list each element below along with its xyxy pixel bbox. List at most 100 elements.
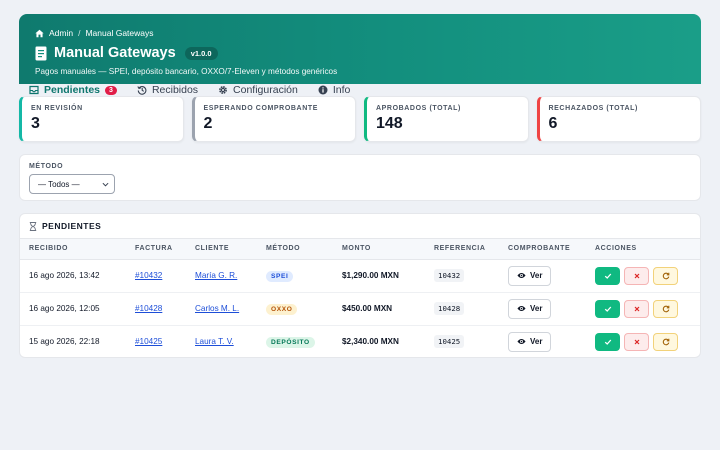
eye-icon bbox=[517, 273, 526, 278]
hourglass-icon bbox=[29, 221, 37, 231]
check-icon bbox=[604, 273, 611, 279]
invoice-link[interactable]: #10432 bbox=[135, 271, 162, 280]
reject-button[interactable] bbox=[624, 299, 649, 318]
breadcrumb: Admin / Manual Gateways bbox=[35, 27, 685, 39]
pending-count-badge: 3 bbox=[105, 85, 117, 95]
revert-button[interactable] bbox=[653, 332, 678, 351]
tab-pendientes[interactable]: Pendientes 3 bbox=[29, 84, 117, 96]
stat-value: 2 bbox=[203, 115, 213, 132]
column-header: CLIENTE bbox=[186, 239, 257, 260]
stat-label: EN REVISIÓN bbox=[31, 105, 83, 112]
version-badge: v1.0.0 bbox=[184, 46, 218, 60]
view-receipt-button[interactable]: Ver bbox=[508, 331, 552, 352]
invoice-link[interactable]: #10428 bbox=[135, 304, 162, 313]
tab-label: Configuración bbox=[233, 84, 298, 96]
reject-button[interactable] bbox=[624, 332, 649, 351]
client-link[interactable]: María G. R. bbox=[195, 271, 237, 280]
home-icon bbox=[35, 29, 44, 37]
tab-label: Pendientes bbox=[44, 84, 101, 96]
stat-value: 6 bbox=[548, 115, 558, 132]
received-date: 15 ago 2026, 22:18 bbox=[29, 337, 100, 347]
refresh-icon bbox=[662, 338, 669, 346]
check-icon bbox=[604, 306, 611, 312]
approve-button[interactable] bbox=[595, 332, 620, 351]
view-label: Ver bbox=[530, 304, 543, 313]
received-date: 16 ago 2026, 12:05 bbox=[20, 292, 126, 326]
breadcrumb-admin-link[interactable]: Admin bbox=[49, 28, 73, 38]
stat-card-en-revision: EN REVISIÓN 3 bbox=[19, 96, 184, 142]
stat-value: 3 bbox=[31, 115, 40, 132]
filter-panel: MÉTODO — Todos — bbox=[19, 154, 701, 201]
table-row: 16 ago 2026, 12:05 #10428 Carlos M. L. O… bbox=[20, 292, 700, 326]
table-header-row: RECIBIDO FACTURA CLIENTE MÉTODO MONTO RE… bbox=[20, 239, 700, 260]
stat-label: ESPERANDO COMPROBANTE bbox=[203, 105, 318, 112]
close-icon bbox=[634, 273, 639, 278]
chevron-down-icon bbox=[102, 182, 109, 187]
check-icon bbox=[604, 339, 611, 345]
reject-button[interactable] bbox=[624, 266, 649, 285]
received-date: 16 ago 2026, 13:42 bbox=[20, 259, 126, 293]
column-header: COMPROBANTE bbox=[499, 239, 586, 260]
pending-table: RECIBIDO FACTURA CLIENTE MÉTODO MONTO RE… bbox=[20, 239, 700, 357]
reference-code: 10425 bbox=[434, 335, 465, 349]
stat-label: RECHAZADOS (TOTAL) bbox=[548, 105, 638, 112]
receipt-icon bbox=[35, 46, 47, 60]
method-badge: OXXO bbox=[266, 304, 298, 315]
page-subtitle: Pagos manuales — SPEI, depósito bancario… bbox=[35, 67, 338, 76]
tab-bar: Pendientes 3 Recibidos Configuración Inf… bbox=[19, 84, 701, 96]
column-header: MÉTODO bbox=[257, 239, 333, 260]
stat-card-rechazados: RECHAZADOS (TOTAL) 6 bbox=[536, 96, 701, 142]
method-select[interactable]: — Todos — bbox=[29, 174, 115, 194]
view-label: Ver bbox=[530, 271, 543, 280]
page-header: Admin / Manual Gateways Manual Gateways … bbox=[19, 14, 701, 84]
method-badge: DEPÓSITO bbox=[266, 337, 315, 349]
inbox-icon bbox=[29, 85, 39, 95]
pending-panel: PENDIENTES RECIBIDO FACTURA CLIENTE MÉTO… bbox=[19, 213, 701, 358]
method-badge: SPEI bbox=[266, 271, 294, 282]
close-icon bbox=[634, 339, 639, 345]
client-link[interactable]: Laura T. V. bbox=[195, 337, 234, 346]
method-select-value: — Todos — bbox=[38, 179, 80, 189]
gear-icon bbox=[219, 86, 227, 94]
info-icon bbox=[318, 85, 328, 95]
amount: $2,340.00 MXN bbox=[342, 337, 399, 347]
reference-code: 10432 bbox=[434, 269, 465, 282]
client-link[interactable]: Carlos M. L. bbox=[195, 304, 239, 313]
tab-label: Info bbox=[332, 84, 351, 96]
table-row: 15 ago 2026, 22:18 #10425 Laura T. V. DE… bbox=[20, 325, 700, 357]
invoice-link[interactable]: #10425 bbox=[135, 337, 162, 346]
refresh-icon bbox=[662, 272, 669, 279]
column-header: MONTO bbox=[333, 239, 425, 260]
approve-button[interactable] bbox=[595, 266, 620, 285]
revert-button[interactable] bbox=[653, 299, 678, 318]
amount: $450.00 MXN bbox=[333, 292, 425, 326]
column-header: ACCIONES bbox=[586, 239, 700, 260]
column-header: REFERENCIA bbox=[425, 239, 499, 260]
pending-panel-header: PENDIENTES bbox=[20, 214, 700, 239]
page-title: Manual Gateways bbox=[54, 45, 176, 61]
method-filter-label: MÉTODO bbox=[29, 163, 64, 170]
refresh-icon bbox=[662, 305, 669, 312]
stat-label: APROBADOS (TOTAL) bbox=[376, 105, 461, 112]
table-row: 16 ago 2026, 13:42 #10432 María G. R. SP… bbox=[20, 259, 700, 293]
tab-info[interactable]: Info bbox=[318, 84, 351, 96]
history-icon bbox=[137, 86, 147, 95]
stat-card-esperando: ESPERANDO COMPROBANTE 2 bbox=[191, 96, 356, 142]
approve-button[interactable] bbox=[595, 299, 620, 318]
eye-icon bbox=[517, 339, 526, 345]
amount: $1,290.00 MXN bbox=[333, 259, 425, 293]
tab-configuracion[interactable]: Configuración bbox=[218, 84, 298, 96]
eye-icon bbox=[517, 306, 526, 311]
reference-code: 10428 bbox=[434, 302, 465, 315]
view-receipt-button[interactable]: Ver bbox=[508, 265, 552, 286]
close-icon bbox=[634, 306, 639, 311]
breadcrumb-separator: / bbox=[78, 28, 81, 38]
tab-recibidos[interactable]: Recibidos bbox=[137, 84, 198, 96]
column-header: FACTURA bbox=[126, 239, 186, 260]
breadcrumb-current: Manual Gateways bbox=[85, 28, 154, 38]
revert-button[interactable] bbox=[653, 266, 678, 285]
view-receipt-button[interactable]: Ver bbox=[508, 298, 552, 319]
stat-value: 148 bbox=[376, 115, 403, 132]
stat-card-aprobados: APROBADOS (TOTAL) 148 bbox=[364, 96, 529, 142]
view-label: Ver bbox=[530, 337, 543, 347]
